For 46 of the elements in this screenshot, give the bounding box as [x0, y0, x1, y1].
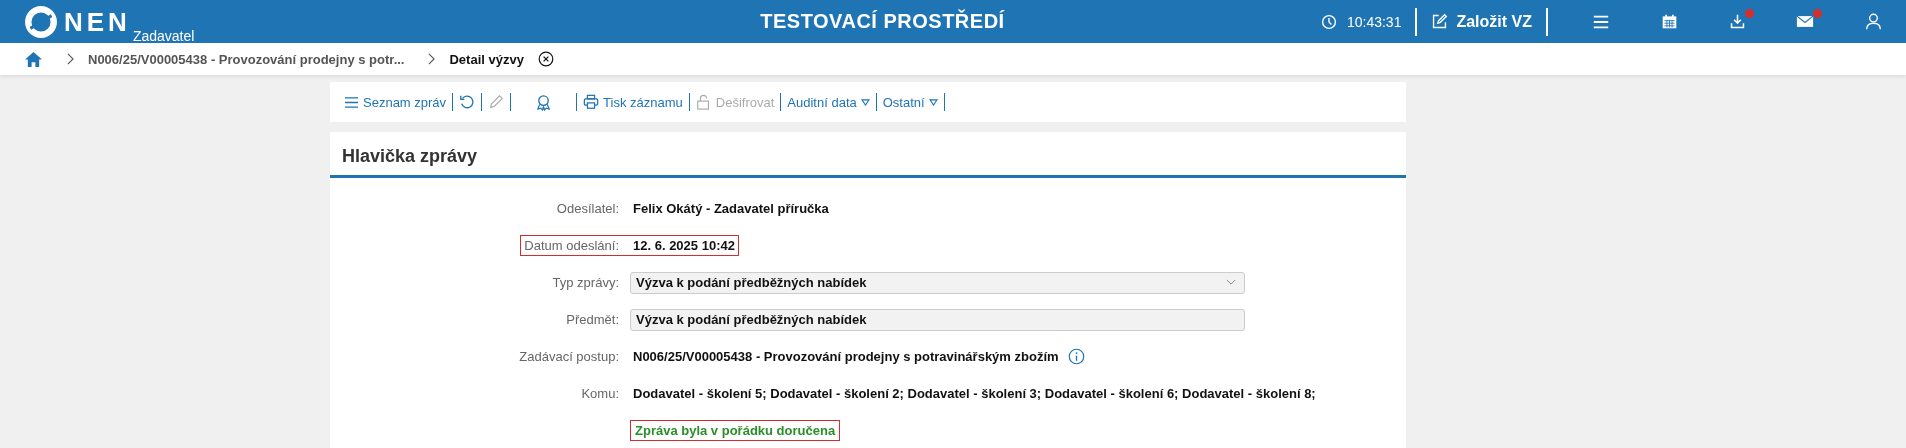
logo-icon	[24, 4, 58, 39]
field-label: Odesílatel:	[555, 200, 620, 218]
caret-icon	[928, 98, 938, 106]
logo-text: NEN	[64, 5, 131, 39]
logo-subtitle: Zadavatel	[132, 26, 195, 45]
list-icon	[344, 95, 359, 109]
create-button[interactable]: Založit VZ	[1431, 12, 1532, 31]
field-value: Dodavatel - školení 5; Dodavatel - školení 2; Dodavatel - školení 3; Dodavatel - školení 6; Dodavatel - školení 8;	[632, 385, 1317, 403]
clock-icon	[1320, 13, 1337, 30]
download-icon	[1728, 13, 1746, 30]
print-button[interactable]: Tisk záznamu	[577, 94, 689, 110]
field-value: N006/25/V00005438 - Provozování prodejny s potravinářským zbožím	[632, 348, 1060, 366]
pencil-icon	[488, 94, 505, 110]
mail-icon	[1796, 14, 1814, 29]
chevron-icon	[428, 53, 436, 65]
edit-icon	[1431, 13, 1449, 30]
award-icon	[535, 93, 553, 111]
message-type-select[interactable]: Výzva k podání předběžných nabídek	[630, 271, 1245, 294]
printer-icon	[583, 94, 600, 110]
chevron-icon	[67, 53, 74, 65]
menu-button[interactable]: Seznam zpráv	[338, 94, 453, 110]
section-title: Hlavička zprávy	[341, 145, 479, 168]
field-label: Komu:	[580, 385, 620, 403]
dropdown-button[interactable]: Ostatní	[876, 94, 944, 110]
breadcrumb-item[interactable]: Detail výzvy	[449, 51, 524, 67]
calendar-icon	[1660, 13, 1678, 30]
field-label: Zadávací postup:	[518, 348, 620, 366]
dropdown-button[interactable]: Auditní data	[781, 94, 876, 110]
unlock-icon	[695, 94, 712, 110]
user-icon	[1864, 13, 1882, 30]
close-icon[interactable]	[537, 51, 554, 67]
clock-time: 10:43:31	[1346, 13, 1402, 30]
info-icon[interactable]	[1067, 348, 1085, 365]
environment-title: TESTOVACÍ PROSTŘEDÍ	[759, 10, 1006, 33]
field-label: Typ zprávy:	[551, 274, 620, 292]
breadcrumb-item[interactable]: N006/25/V00005438 - Provozování prodejny s potr...	[88, 51, 405, 67]
field-value: Felix Okátý - Zadavatel příručka	[632, 200, 830, 218]
subject-field[interactable]: Výzva k podání předběžných nabídek	[630, 308, 1245, 331]
home-icon[interactable]	[24, 50, 43, 68]
refresh-icon	[459, 94, 476, 110]
chevron-down-icon	[1226, 279, 1236, 286]
field-label: Datum odeslání:	[520, 235, 622, 256]
delivery-status: Zpráva byla v pořádku doručena	[630, 420, 841, 441]
caret-icon	[860, 98, 870, 106]
field-label: Předmět:	[565, 311, 620, 329]
field-value: 12. 6. 2025 10:42	[622, 235, 739, 256]
